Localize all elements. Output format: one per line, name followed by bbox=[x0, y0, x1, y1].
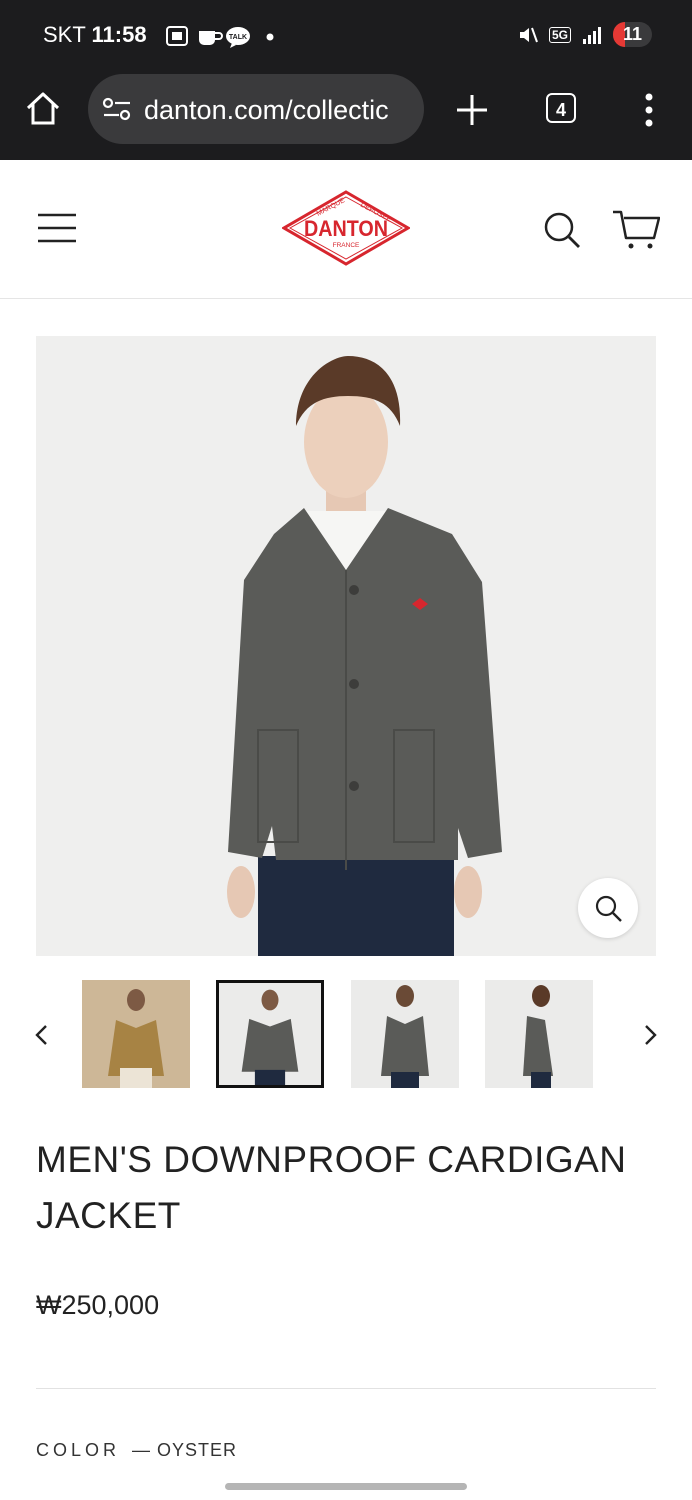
url-text: danton.com/collectic bbox=[144, 95, 389, 125]
zoom-button[interactable] bbox=[578, 878, 638, 938]
thumbnail-4[interactable] bbox=[485, 980, 593, 1088]
thumbnail-3[interactable] bbox=[351, 980, 459, 1088]
mute-icon bbox=[519, 27, 538, 42]
browser-chrome: SKT 11:58 TALK 5G 11 danton.com/collecti… bbox=[0, 0, 692, 160]
chevron-left-icon[interactable] bbox=[32, 1022, 52, 1048]
thumbnail-image bbox=[219, 983, 321, 1085]
network-label: 5G bbox=[548, 26, 571, 43]
battery-indicator: 11 bbox=[612, 22, 652, 47]
hamburger-menu-icon[interactable] bbox=[37, 212, 77, 244]
logo-wordmark: DANTON bbox=[304, 216, 388, 241]
product-price: ₩250,000 bbox=[36, 1290, 160, 1320]
new-tab-icon[interactable] bbox=[455, 93, 489, 127]
zoom-icon bbox=[595, 895, 622, 922]
color-label: COLOR bbox=[36, 1440, 121, 1460]
tab-switcher-button[interactable]: 4 bbox=[546, 93, 576, 123]
svg-text:TALK: TALK bbox=[229, 34, 247, 41]
site-header: MARQUE DEPOSEE DANTON FRANCE bbox=[0, 160, 692, 299]
danton-logo[interactable]: MARQUE DEPOSEE DANTON FRANCE bbox=[282, 190, 410, 266]
logo-france-text: FRANCE bbox=[333, 242, 360, 249]
thumbnail-image bbox=[485, 980, 593, 1088]
status-carrier: SKT 11:58 bbox=[43, 22, 147, 48]
thumbnail-2[interactable] bbox=[216, 980, 324, 1088]
address-bar[interactable]: danton.com/collectic bbox=[88, 74, 424, 144]
signal-icon bbox=[582, 26, 601, 44]
divider bbox=[36, 1388, 656, 1389]
product-title: MEN'S DOWNPROOF CARDIGAN JACKET bbox=[36, 1139, 627, 1236]
notification-icons: TALK bbox=[166, 26, 274, 48]
model-photo bbox=[36, 336, 656, 956]
cart-icon[interactable] bbox=[612, 209, 660, 251]
home-icon[interactable] bbox=[25, 91, 61, 127]
status-time: 11:58 bbox=[91, 22, 147, 47]
more-menu-icon[interactable] bbox=[640, 92, 658, 128]
color-value: — OYSTER bbox=[132, 1440, 238, 1460]
carrier-label: SKT bbox=[43, 22, 86, 47]
status-icons: 5G 11 bbox=[517, 22, 652, 47]
chevron-right-icon[interactable] bbox=[640, 1022, 660, 1048]
product-main-image[interactable] bbox=[36, 336, 656, 956]
thumbnail-1[interactable] bbox=[82, 980, 190, 1088]
search-icon[interactable] bbox=[543, 211, 581, 249]
thumbnail-image bbox=[82, 980, 190, 1088]
home-indicator[interactable] bbox=[225, 1483, 467, 1490]
site-settings-icon[interactable] bbox=[102, 96, 132, 122]
thumbnail-image bbox=[351, 980, 459, 1088]
